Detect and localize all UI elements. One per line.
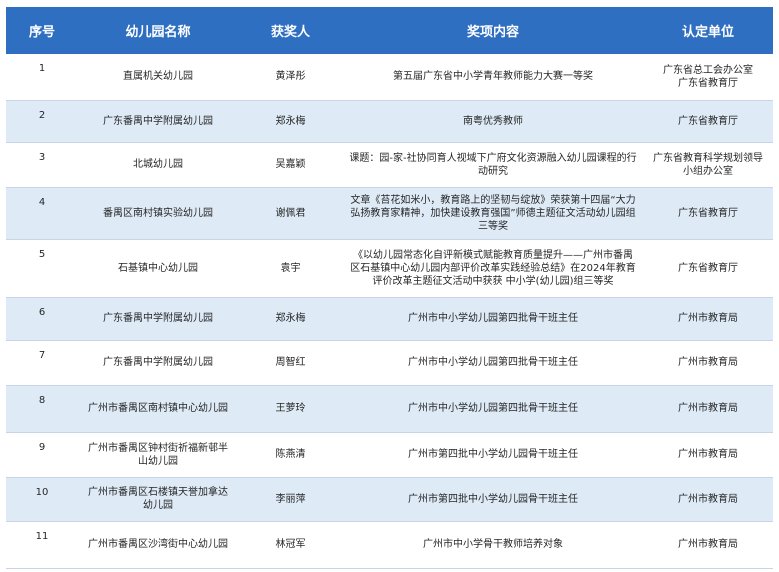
cell-person: 吴嘉颖 — [238, 142, 343, 188]
cell-person: 郑永梅 — [238, 100, 343, 143]
cell-number: 6 — [6, 297, 78, 341]
cell-number: 3 — [6, 142, 78, 188]
header-award: 奖项内容 — [343, 7, 643, 54]
cell-unit: 广州市教育局 — [643, 340, 773, 386]
cell-unit: 广州市教育局 — [643, 385, 773, 433]
cell-award: 广州市第四批中小学幼儿园骨干班主任 — [343, 477, 643, 522]
awards-table-container: 序号 幼儿园名称 获奖人 奖项内容 认定单位 1 直属机关幼儿园 黄泽彤 第五届广东省… — [6, 7, 773, 569]
cell-unit: 广东省教育厅 — [643, 100, 773, 143]
cell-school: 广东番禺中学附属幼儿园 — [78, 340, 238, 386]
cell-person: 黄泽彤 — [238, 54, 343, 101]
awards-table: 序号 幼儿园名称 获奖人 奖项内容 认定单位 1 直属机关幼儿园 黄泽彤 第五届广东省… — [6, 7, 773, 569]
cell-award: 广州市中小学骨干教师培养对象 — [343, 521, 643, 569]
cell-unit: 广东省教育科学规划领导小组办公室 — [643, 142, 773, 188]
cell-award: 《以幼儿园常态化自评新模式赋能教育质量提升——广州市番禺区石基镇中心幼儿园内部评… — [343, 239, 643, 298]
cell-school: 广东番禺中学附属幼儿园 — [78, 297, 238, 341]
cell-school: 石基镇中心幼儿园 — [78, 239, 238, 298]
cell-award: 广州市中小学幼儿园第四批骨干班主任 — [343, 297, 643, 341]
cell-person: 谢佩君 — [238, 187, 343, 240]
cell-number: 7 — [6, 340, 78, 386]
cell-person: 袁宇 — [238, 239, 343, 298]
cell-school: 直属机关幼儿园 — [78, 54, 238, 101]
table-row: 6 广东番禺中学附属幼儿园 郑永梅 广州市中小学幼儿园第四批骨干班主任 广州市教育局 — [6, 297, 773, 341]
cell-school: 广州市番禺区沙湾街中心幼儿园 — [78, 521, 238, 569]
cell-unit: 广州市教育局 — [643, 297, 773, 341]
cell-number: 4 — [6, 187, 78, 240]
cell-number: 10 — [6, 477, 78, 522]
cell-number: 2 — [6, 100, 78, 143]
header-school: 幼儿园名称 — [78, 7, 238, 54]
cell-number: 9 — [6, 432, 78, 478]
cell-unit: 广东省教育厅 — [643, 187, 773, 240]
cell-school: 广州市番禺区南村镇中心幼儿园 — [78, 385, 238, 433]
cell-person: 陈燕清 — [238, 432, 343, 478]
table-header-row: 序号 幼儿园名称 获奖人 奖项内容 认定单位 — [6, 7, 773, 54]
table-row: 9 广州市番禺区钟村街祈福新邨半山幼儿园 陈燕清 广州市第四批中小学幼儿园骨干班主任广… — [6, 432, 773, 478]
cell-person: 周智红 — [238, 340, 343, 386]
table-row: 1 直属机关幼儿园 黄泽彤 第五届广东省中小学青年教师能力大赛一等奖 广东省总工会办公室… — [6, 54, 773, 101]
cell-school: 广州市番禺区钟村街祈福新邨半山幼儿园 — [78, 432, 238, 478]
cell-award: 广州市中小学幼儿园第四批骨干班主任 — [343, 340, 643, 386]
table-row: 10 广州市番禺区石楼镇天誉加拿达幼儿园 李丽萍 广州市第四批中小学幼儿园骨干班主任广… — [6, 477, 773, 522]
cell-unit: 广东省总工会办公室 广东省教育厅 — [643, 54, 773, 101]
header-unit: 认定单位 — [643, 7, 773, 54]
header-number: 序号 — [6, 7, 78, 54]
cell-school: 番禺区南村镇实验幼儿园 — [78, 187, 238, 240]
cell-number: 11 — [6, 521, 78, 569]
cell-award: 广州市第四批中小学幼儿园骨干班主任 — [343, 432, 643, 478]
table-row: 3 北城幼儿园 吴嘉颖 课题：园-家-社协同育人视域下广府文化资源融入幼儿园课程的行动… — [6, 142, 773, 188]
cell-award: 南粤优秀教师 — [343, 100, 643, 143]
cell-number: 5 — [6, 239, 78, 298]
table-body: 1 直属机关幼儿园 黄泽彤 第五届广东省中小学青年教师能力大赛一等奖 广东省总工会办公室… — [6, 54, 773, 569]
cell-person: 郑永梅 — [238, 297, 343, 341]
table-row: 2 广东番禺中学附属幼儿园 郑永梅 南粤优秀教师 广东省教育厅 — [6, 100, 773, 143]
cell-school: 广州市番禺区石楼镇天誉加拿达幼儿园 — [78, 477, 238, 522]
cell-person: 李丽萍 — [238, 477, 343, 522]
table-row: 4 番禺区南村镇实验幼儿园 谢佩君 文章《苔花如米小，教育路上的坚韧与绽放》荣获第十四… — [6, 187, 773, 240]
table-row: 11 广州市番禺区沙湾街中心幼儿园 林冠军 广州市中小学骨干教师培养对象 广州市教育局 — [6, 521, 773, 569]
cell-number: 1 — [6, 54, 78, 101]
cell-award: 广州市中小学幼儿园第四批骨干班主任 — [343, 385, 643, 433]
table-row: 7 广东番禺中学附属幼儿园 周智红 广州市中小学幼儿园第四批骨干班主任 广州市教育局 — [6, 340, 773, 386]
cell-school: 广东番禺中学附属幼儿园 — [78, 100, 238, 143]
cell-unit: 广州市教育局 — [643, 477, 773, 522]
cell-unit: 广州市教育局 — [643, 521, 773, 569]
cell-school: 北城幼儿园 — [78, 142, 238, 188]
cell-person: 林冠军 — [238, 521, 343, 569]
cell-award: 第五届广东省中小学青年教师能力大赛一等奖 — [343, 54, 643, 101]
cell-person: 王萝玲 — [238, 385, 343, 433]
table-row: 5 石基镇中心幼儿园 袁宇 《以幼儿园常态化自评新模式赋能教育质量提升——广州市番禺区… — [6, 239, 773, 298]
table-row: 8 广州市番禺区南村镇中心幼儿园 王萝玲 广州市中小学幼儿园第四批骨干班主任 广州市教育… — [6, 385, 773, 433]
cell-award: 文章《苔花如米小，教育路上的坚韧与绽放》荣获第十四届“大力弘扬教育家精神，加快建… — [343, 187, 643, 240]
cell-award: 课题：园-家-社协同育人视域下广府文化资源融入幼儿园课程的行动研究 — [343, 142, 643, 188]
cell-unit: 广州市教育局 — [643, 432, 773, 478]
cell-unit: 广东省教育厅 — [643, 239, 773, 298]
cell-number: 8 — [6, 385, 78, 433]
header-person: 获奖人 — [238, 7, 343, 54]
